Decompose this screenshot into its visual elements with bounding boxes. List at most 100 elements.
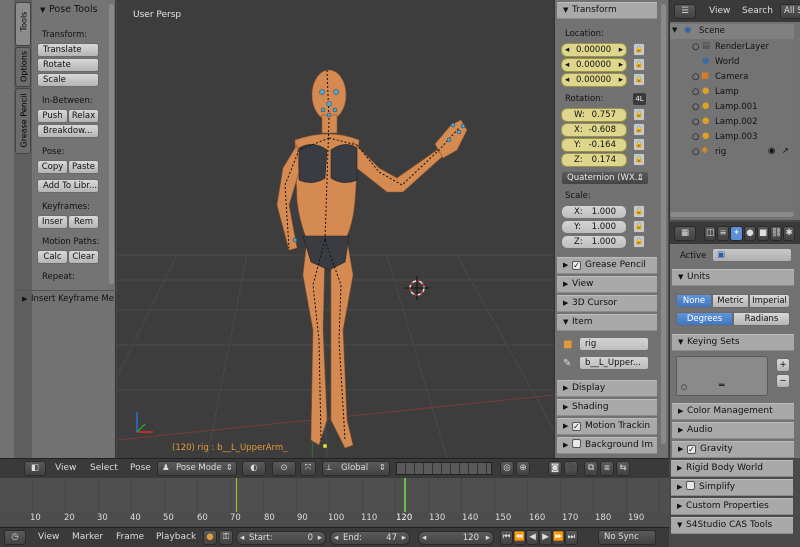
outliner-row-lamp-001[interactable]: ○ ● Lamp.001 xyxy=(670,100,794,115)
calc-motion-paths-button[interactable]: Calc xyxy=(37,250,68,264)
transform-panel-header[interactable]: ▼ Transform xyxy=(557,2,657,19)
location-y-field[interactable]: ◂ 0.00000 ▸ xyxy=(561,58,627,72)
view-panel[interactable]: ▶ View xyxy=(557,276,657,293)
n-panel-scrollbar[interactable] xyxy=(661,4,666,444)
jump-start-icon[interactable]: ⏮ xyxy=(500,530,513,545)
jump-end-icon[interactable]: ⏭ xyxy=(565,530,578,545)
lock-icon[interactable]: 🔒 xyxy=(633,108,645,121)
outliner-row-scene[interactable]: ▼ ◉ Scene xyxy=(670,24,794,39)
next-keyframe-icon[interactable]: ⏩ xyxy=(552,530,565,545)
gravity-panel[interactable]: ▶ ✓ Gravity xyxy=(672,441,794,458)
item-object-name-field[interactable]: rig xyxy=(579,337,649,351)
timeline-editor-type-icon[interactable]: ◷ xyxy=(4,530,26,545)
copy-pose-icon[interactable]: ⧉ xyxy=(584,461,598,476)
constraints-tab-icon[interactable]: ⛓ xyxy=(770,226,782,241)
unit-imperial-button[interactable]: Imperial xyxy=(749,294,790,308)
checkbox-checked-icon[interactable]: ✓ xyxy=(572,422,581,431)
checkbox-icon[interactable] xyxy=(686,481,695,490)
rotation-w-field[interactable]: W: 0.757 xyxy=(561,108,627,122)
layer-buttons[interactable] xyxy=(396,462,492,475)
simplify-panel[interactable]: ▶ Simplify xyxy=(671,479,793,496)
prev-keyframe-icon[interactable]: ⏪ xyxy=(513,530,526,545)
grease-pencil-panel[interactable]: ▶ ✓ Grease Pencil xyxy=(557,257,657,274)
scale-z-field[interactable]: Z: 1.000 xyxy=(561,235,627,249)
item-bone-name-field[interactable]: b__L_Upper... xyxy=(579,356,649,370)
scale-x-field[interactable]: X: 1.000 xyxy=(561,205,627,219)
clear-motion-paths-button[interactable]: Clear xyxy=(68,250,99,264)
scene-tab-icon[interactable]: ✦ xyxy=(730,226,743,241)
remove-keying-set-button[interactable]: − xyxy=(776,374,790,388)
rotation-mode-select[interactable]: Quaternion (WX... ⇕ xyxy=(561,171,649,185)
background-images-panel[interactable]: ▶ Background Im xyxy=(557,437,657,454)
outliner-search-menu[interactable]: Search xyxy=(742,4,773,19)
paste-flipped-pose-icon[interactable]: ⇆ xyxy=(616,461,630,476)
visibility-eye-icon[interactable]: ◦ xyxy=(766,71,771,81)
outliner-scrollbar[interactable] xyxy=(670,212,794,217)
sync-mode-select[interactable]: No Sync xyxy=(598,530,656,545)
lock-icon[interactable]: 🔒 xyxy=(633,153,645,166)
current-frame-marker[interactable] xyxy=(404,478,406,512)
add-to-library-button[interactable]: Add To Libr... xyxy=(37,179,99,193)
color-management-panel[interactable]: ▶ Color Management xyxy=(672,403,794,420)
lock-icon[interactable]: 🔒 xyxy=(633,73,645,86)
active-camera-field[interactable]: ▣ xyxy=(712,248,792,262)
outliner-row-camera[interactable]: ○ ■ Camera ◦ xyxy=(670,70,794,85)
editor-type-icon[interactable]: ◧ xyxy=(24,461,46,476)
scale-button[interactable]: Scale xyxy=(37,73,99,87)
start-frame-field[interactable]: ◂ Start: 0 ▸ xyxy=(236,531,326,545)
render-layers-tab-icon[interactable]: ≡ xyxy=(717,226,729,241)
rotation-z-field[interactable]: Z: 0.174 xyxy=(561,153,627,167)
checkbox-icon[interactable] xyxy=(572,439,581,448)
display-panel[interactable]: ▶ Display xyxy=(557,380,657,397)
visibility-eye-icon[interactable]: ◉ xyxy=(768,146,775,156)
rotation-x-field[interactable]: X: -0.608 xyxy=(561,123,627,137)
push-button[interactable]: Push xyxy=(37,109,68,123)
paste-pose-button[interactable]: Paste xyxy=(68,160,99,174)
pivot-point-select[interactable]: ⊙ xyxy=(272,461,296,476)
s4studio-cas-tools-panel[interactable]: ▼ S4Studio CAS Tools xyxy=(671,517,793,534)
unit-none-button[interactable]: None xyxy=(676,294,712,308)
lock-icon[interactable]: 🔒 xyxy=(633,205,645,218)
outliner-row-world[interactable]: ● World xyxy=(670,55,794,70)
lock-icon[interactable]: 🔒 xyxy=(633,138,645,151)
view-menu[interactable]: View xyxy=(55,461,76,476)
keying-set-icon[interactable]: ⚿ xyxy=(219,530,233,545)
transform-orientation-select[interactable]: ⟂ Global ⇕ xyxy=(322,461,390,476)
radians-button[interactable]: Radians xyxy=(733,312,790,326)
keying-sets-list[interactable]: ○ ═ xyxy=(676,356,768,396)
degrees-button[interactable]: Degrees xyxy=(676,312,733,326)
playback-menu[interactable]: Playback xyxy=(156,530,196,545)
render-tab-icon[interactable]: ◫ xyxy=(704,226,716,241)
translate-button[interactable]: Translate xyxy=(37,43,99,57)
render-preview-icon[interactable]: ◙ xyxy=(548,461,562,476)
insert-keyframe-button[interactable]: Inser xyxy=(37,215,68,229)
list-resize-handle-icon[interactable]: ═ xyxy=(719,381,724,391)
outliner-editor-type-icon[interactable]: ☰ xyxy=(674,4,696,19)
add-keying-set-button[interactable]: + xyxy=(776,358,790,372)
play-icon[interactable]: ▶ xyxy=(539,530,552,545)
snap-icon[interactable]: ⊕ xyxy=(516,461,530,476)
timeline-view-menu[interactable]: View xyxy=(38,530,59,545)
location-z-field[interactable]: ◂ 0.00000 ▸ xyxy=(561,73,627,87)
world-tab-icon[interactable]: ● xyxy=(744,226,756,241)
object-tab-icon[interactable]: ■ xyxy=(757,226,769,241)
relax-button[interactable]: Relax xyxy=(68,109,99,123)
properties-editor-type-icon[interactable]: ▦ xyxy=(674,226,696,241)
insert-keyframe-menu-panel[interactable]: ▶ Insert Keyframe Me xyxy=(22,294,114,304)
lock-icon[interactable]: 🔒 xyxy=(633,123,645,136)
copy-pose-button[interactable]: Copy xyxy=(37,160,68,174)
outliner-row-rig[interactable]: ○ ✱ rig ◉ ➚ xyxy=(670,145,794,160)
custom-properties-panel[interactable]: ▶ Custom Properties xyxy=(671,498,793,515)
outliner-row-lamp-002[interactable]: ○ ● Lamp.002 xyxy=(670,115,794,130)
tab-tools[interactable]: Tools xyxy=(15,2,31,46)
manipulator-toggle-icon[interactable]: ⤧ xyxy=(300,461,316,476)
frame-menu[interactable]: Frame xyxy=(116,530,144,545)
outliner-view-menu[interactable]: View xyxy=(709,4,730,19)
shading-panel[interactable]: ▶ Shading xyxy=(557,399,657,416)
checkbox-checked-icon[interactable]: ✓ xyxy=(687,445,696,454)
scale-y-field[interactable]: Y: 1.000 xyxy=(561,220,627,234)
lock-icon[interactable]: 🔒 xyxy=(633,58,645,71)
rotation-4l-toggle[interactable]: 4L xyxy=(633,93,646,105)
motion-tracking-panel[interactable]: ▶ ✓ Motion Trackin xyxy=(557,418,657,435)
lock-icon[interactable]: 🔒 xyxy=(633,43,645,56)
